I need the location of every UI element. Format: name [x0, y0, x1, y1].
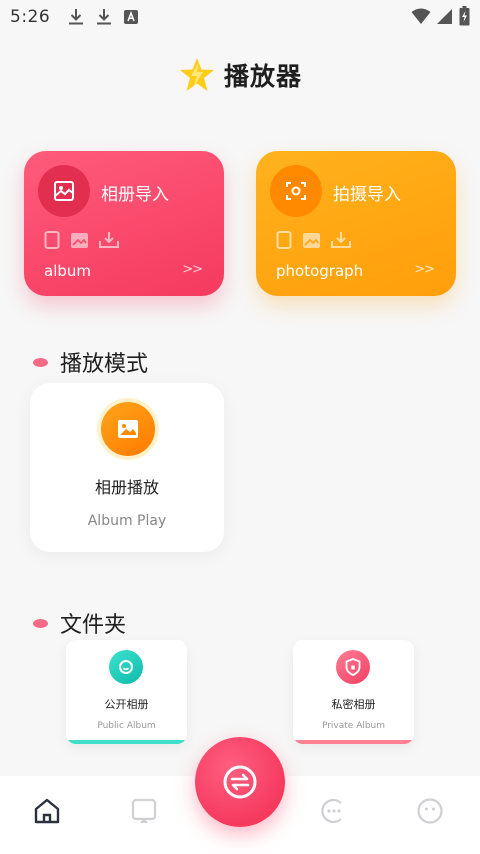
- private-album-accent-bar: [293, 740, 414, 744]
- picture-icon: [303, 232, 320, 248]
- play-mode-title: 播放模式: [60, 352, 149, 377]
- home-icon: [34, 798, 60, 824]
- battery-charging-icon: [459, 6, 470, 26]
- private-album-icon-circle: [336, 650, 370, 684]
- shield-lock-icon: [345, 658, 361, 676]
- album-import-mini-icons: [44, 231, 119, 249]
- cast-icon: [131, 798, 157, 823]
- download-tray-icon: [99, 232, 119, 248]
- public-album-accent-bar: [66, 740, 187, 744]
- image-icon: [118, 420, 138, 438]
- album-import-arrow: >>: [182, 262, 203, 277]
- album-play-icon-ring: [97, 398, 159, 460]
- camera-scan-icon: [286, 182, 306, 200]
- notification-icons: [68, 8, 139, 26]
- nav-home[interactable]: [32, 796, 62, 826]
- nav-cast[interactable]: [129, 796, 159, 826]
- album-play-icon-circle: [101, 402, 155, 456]
- lightning-star-icon: [179, 58, 214, 91]
- public-album-icon-circle: [109, 650, 143, 684]
- download-tray-icon: [331, 232, 351, 248]
- face-icon: [417, 798, 443, 824]
- download-icon: [97, 9, 112, 25]
- section-dot: [33, 618, 48, 628]
- folders-title: 文件夹: [60, 613, 127, 638]
- album-import-subtitle: album: [44, 262, 91, 280]
- section-dot: [33, 357, 48, 367]
- photograph-import-subtitle: photograph: [276, 262, 364, 280]
- app-title: 播放器: [223, 62, 302, 91]
- tablet-icon: [276, 231, 292, 249]
- photograph-import-title: 拍摄导入: [333, 185, 401, 205]
- tablet-icon: [44, 231, 60, 249]
- album-play-title: 相册播放: [94, 478, 159, 497]
- private-album-title: 私密相册: [331, 698, 376, 711]
- nav-profile[interactable]: [415, 796, 445, 826]
- image-frame-icon: [54, 181, 74, 201]
- photograph-import-icon-circle: [270, 165, 322, 217]
- album-import-title: 相册导入: [101, 185, 169, 205]
- album-play-card[interactable]: 相册播放 Album Play: [30, 383, 224, 552]
- swap-icon: [223, 765, 257, 799]
- photograph-import-arrow: >>: [414, 262, 435, 277]
- public-album-title: 公开相册: [104, 698, 149, 711]
- download-icon: [69, 9, 84, 25]
- status-bar: 5:26: [0, 0, 480, 34]
- private-album-subtitle: Private Album: [321, 721, 386, 731]
- public-album-card[interactable]: 公开相册 Public Album: [66, 640, 187, 744]
- picture-icon: [71, 232, 88, 248]
- folders-header: 文件夹: [33, 607, 126, 639]
- photograph-import-mini-icons: [276, 231, 351, 249]
- album-play-subtitle: Album Play: [87, 513, 167, 529]
- photograph-import-card[interactable]: 拍摄导入 photograph >>: [256, 151, 456, 296]
- album-import-card[interactable]: 相册导入 album >>: [24, 151, 224, 296]
- status-time: 5:26: [10, 7, 51, 27]
- wifi-icon: [411, 8, 431, 24]
- album-import-icon-circle: [38, 165, 90, 217]
- swap-fab-button[interactable]: [195, 737, 285, 827]
- lens-icon: [119, 660, 133, 674]
- public-album-subtitle: Public Album: [97, 721, 156, 731]
- system-icons: [411, 6, 470, 26]
- nav-more[interactable]: [318, 796, 348, 826]
- private-album-card[interactable]: 私密相册 Private Album: [293, 640, 414, 744]
- a-notification-icon: [124, 10, 139, 24]
- more-icon: [321, 798, 342, 824]
- signal-icon: [437, 9, 452, 24]
- play-mode-header: 播放模式: [33, 346, 148, 378]
- app-header: 播放器: [0, 56, 480, 94]
